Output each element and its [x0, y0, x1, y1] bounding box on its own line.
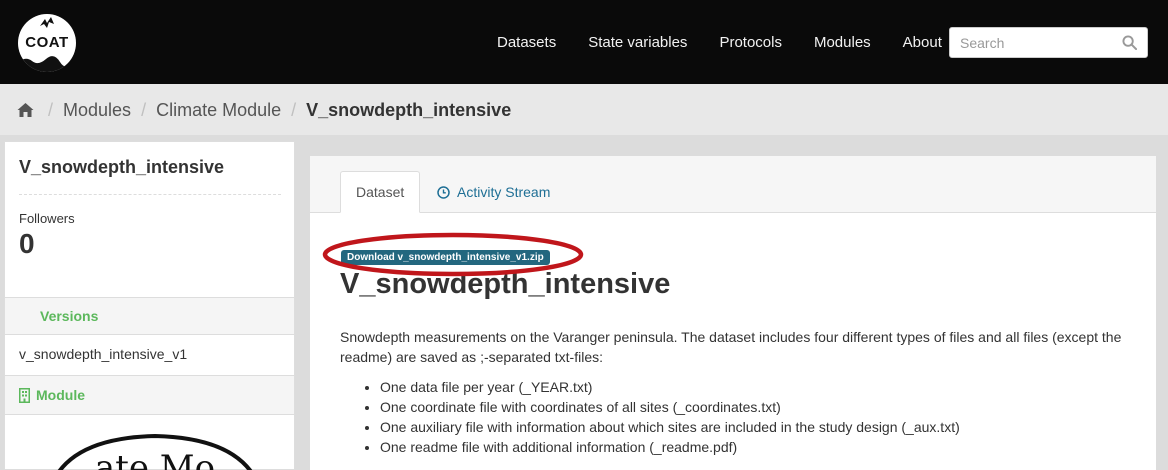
- list-item: One coordinate file with coordinates of …: [380, 397, 1140, 417]
- breadcrumb-separator: /: [141, 99, 147, 120]
- landscape-icon: [18, 56, 76, 72]
- logo-text: COAT: [25, 34, 69, 51]
- nav-datasets[interactable]: Datasets: [481, 34, 572, 51]
- followers-label: Followers: [19, 211, 75, 226]
- climate-module-logo[interactable]: ate Mo: [45, 432, 265, 470]
- nav-state-variables[interactable]: State variables: [572, 34, 703, 51]
- dataset-description: Snowdepth measurements on the Varanger p…: [340, 329, 1122, 365]
- breadcrumb-separator: /: [291, 99, 297, 120]
- sidebar: V_snowdepth_intensive Followers 0 Versio…: [4, 141, 295, 470]
- breadcrumb: / Modules / Climate Module / V_snowdepth…: [17, 84, 511, 136]
- nav-about[interactable]: About: [887, 34, 958, 51]
- dataset-title: V_snowdepth_intensive: [340, 268, 671, 300]
- sidebar-divider: [19, 194, 281, 195]
- home-icon[interactable]: [17, 102, 34, 118]
- breadcrumb-separator: /: [48, 99, 54, 120]
- module-header: Module: [5, 375, 294, 415]
- main-nav: Datasets State variables Protocols Modul…: [481, 0, 958, 84]
- list-item: One data file per year (_YEAR.txt): [380, 377, 1140, 397]
- search-icon[interactable]: [1122, 35, 1137, 50]
- sidebar-title: V_snowdepth_intensive: [19, 157, 225, 177]
- building-icon: [19, 388, 30, 403]
- download-button[interactable]: Download v_snowdepth_intensive_v1.zip: [341, 250, 550, 265]
- breadcrumb-climate-module[interactable]: Climate Module: [156, 100, 281, 121]
- file-list: One data file per year (_YEAR.txt) One c…: [380, 377, 1140, 457]
- versions-label: Versions: [40, 308, 99, 324]
- clock-icon: [437, 185, 450, 199]
- top-navbar: COAT Datasets State variables Protocols …: [0, 0, 1168, 84]
- module-label: Module: [36, 387, 85, 403]
- versions-header: Versions: [5, 297, 294, 335]
- nav-protocols[interactable]: Protocols: [703, 34, 798, 51]
- tab-bar: Dataset Activity Stream: [310, 156, 1156, 213]
- tab-activity-stream[interactable]: Activity Stream: [422, 171, 565, 213]
- followers-count: 0: [19, 228, 35, 259]
- coat-logo[interactable]: COAT: [18, 14, 76, 72]
- list-item: One auxiliary file with information abou…: [380, 417, 1140, 437]
- bird-icon: [40, 17, 54, 28]
- main-content: Dataset Activity Stream V_snowdepth_inte…: [310, 156, 1156, 470]
- tab-activity-label: Activity Stream: [457, 184, 551, 200]
- search-box: [949, 27, 1148, 58]
- breadcrumb-bar: / Modules / Climate Module / V_snowdepth…: [0, 84, 1168, 136]
- list-item: One readme file with additional informat…: [380, 437, 1140, 457]
- version-link[interactable]: v_snowdepth_intensive_v1: [19, 346, 187, 362]
- breadcrumb-modules[interactable]: Modules: [63, 100, 131, 121]
- module-logo-text: ate Mo: [95, 448, 215, 470]
- search-input[interactable]: [950, 28, 1120, 57]
- breadcrumb-dataset[interactable]: V_snowdepth_intensive: [306, 100, 511, 121]
- tab-dataset[interactable]: Dataset: [340, 171, 421, 213]
- nav-modules[interactable]: Modules: [798, 34, 887, 51]
